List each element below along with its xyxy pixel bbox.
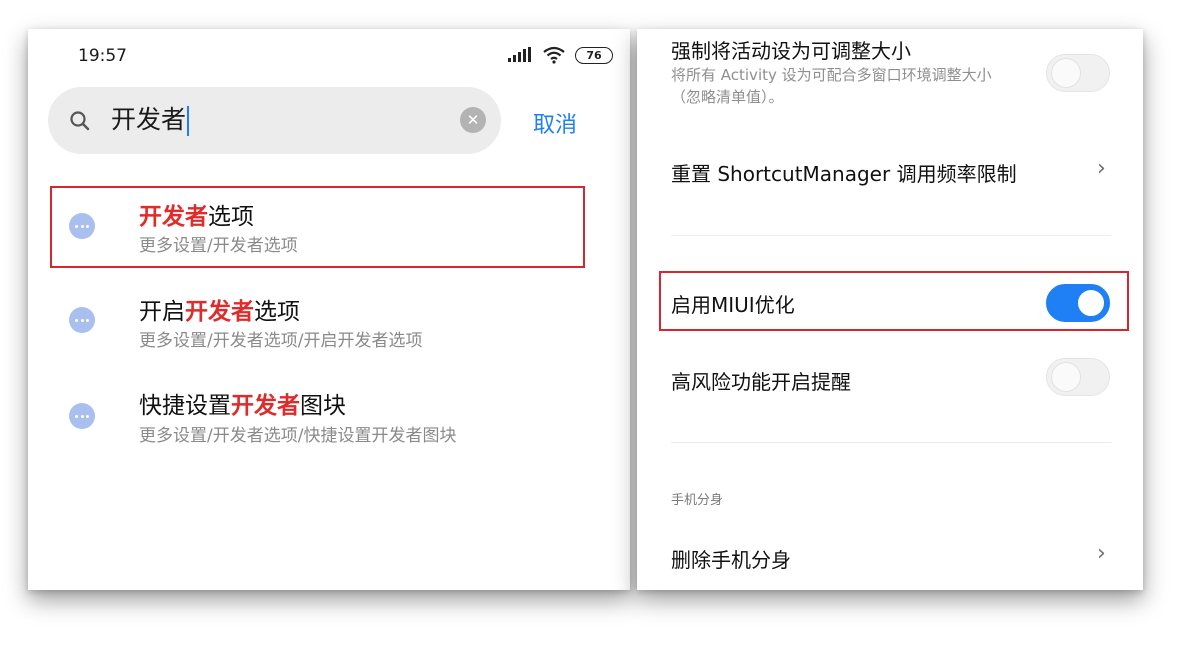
search-query-text: 开发者 xyxy=(111,105,187,134)
section-label-dual: 手机分身 xyxy=(671,493,724,508)
settings-dots-icon xyxy=(69,307,95,333)
divider xyxy=(671,235,1111,236)
search-result-2[interactable]: 开启开发者选项 更多设置/开发者选项/开启开发者选项 xyxy=(28,285,630,371)
result-title: 开启开发者选项 xyxy=(139,299,300,325)
setting-shortcut-reset[interactable]: 重置 ShortcutManager 调用频率限制 xyxy=(671,158,1017,187)
miui-opt-toggle[interactable] xyxy=(1046,284,1110,322)
result-path: 更多设置/开发者选项/开启开发者选项 xyxy=(139,331,423,351)
settings-dots-icon xyxy=(69,213,95,239)
status-icons: 76 xyxy=(507,43,613,67)
setting-risk-alert: 高风险功能开启提醒 xyxy=(671,370,851,394)
setting-resizable-desc: 将所有 Activity 设为可配合多窗口环境调整大小（忽略清单值）。 xyxy=(671,66,992,106)
search-screen: 19:57 76 开发者 ✕ 取消 开发者选项 更多设置/开发者选项 开启开发者… xyxy=(28,29,630,590)
search-result-1[interactable]: 开发者选项 更多设置/开发者选项 xyxy=(28,189,630,275)
chevron-right-icon: › xyxy=(1097,156,1106,181)
setting-delete-dual[interactable]: 删除手机分身 xyxy=(671,544,791,573)
battery-indicator: 76 xyxy=(575,46,613,64)
signal-icon xyxy=(508,47,531,62)
wifi-icon xyxy=(543,46,565,64)
search-result-3[interactable]: 快捷设置开发者图块 更多设置/开发者选项/快捷设置开发者图块 xyxy=(28,381,630,467)
risk-alert-toggle[interactable] xyxy=(1046,358,1110,396)
search-input[interactable]: 开发者 ✕ xyxy=(48,87,501,154)
setting-miui-opt: 启用MIUI优化 xyxy=(671,293,795,317)
text-caret xyxy=(187,106,190,136)
divider xyxy=(671,442,1111,443)
search-icon xyxy=(70,111,90,131)
chevron-right-icon: › xyxy=(1097,541,1106,566)
search-query[interactable]: 开发者 xyxy=(111,103,190,137)
settings-dots-icon xyxy=(69,403,95,429)
cancel-button[interactable]: 取消 xyxy=(533,107,577,139)
status-time: 19:57 xyxy=(78,46,127,66)
result-path: 更多设置/开发者选项 xyxy=(139,236,298,256)
result-path: 更多设置/开发者选项/快捷设置开发者图块 xyxy=(139,426,457,446)
clear-icon[interactable]: ✕ xyxy=(460,107,486,133)
developer-options-screen: 强制将活动设为可调整大小 将所有 Activity 设为可配合多窗口环境调整大小… xyxy=(637,29,1143,590)
result-title: 快捷设置开发者图块 xyxy=(139,393,346,419)
result-title: 开发者选项 xyxy=(139,204,254,230)
setting-resizable-title: 强制将活动设为可调整大小 xyxy=(671,39,911,63)
resizable-toggle[interactable] xyxy=(1046,54,1110,92)
